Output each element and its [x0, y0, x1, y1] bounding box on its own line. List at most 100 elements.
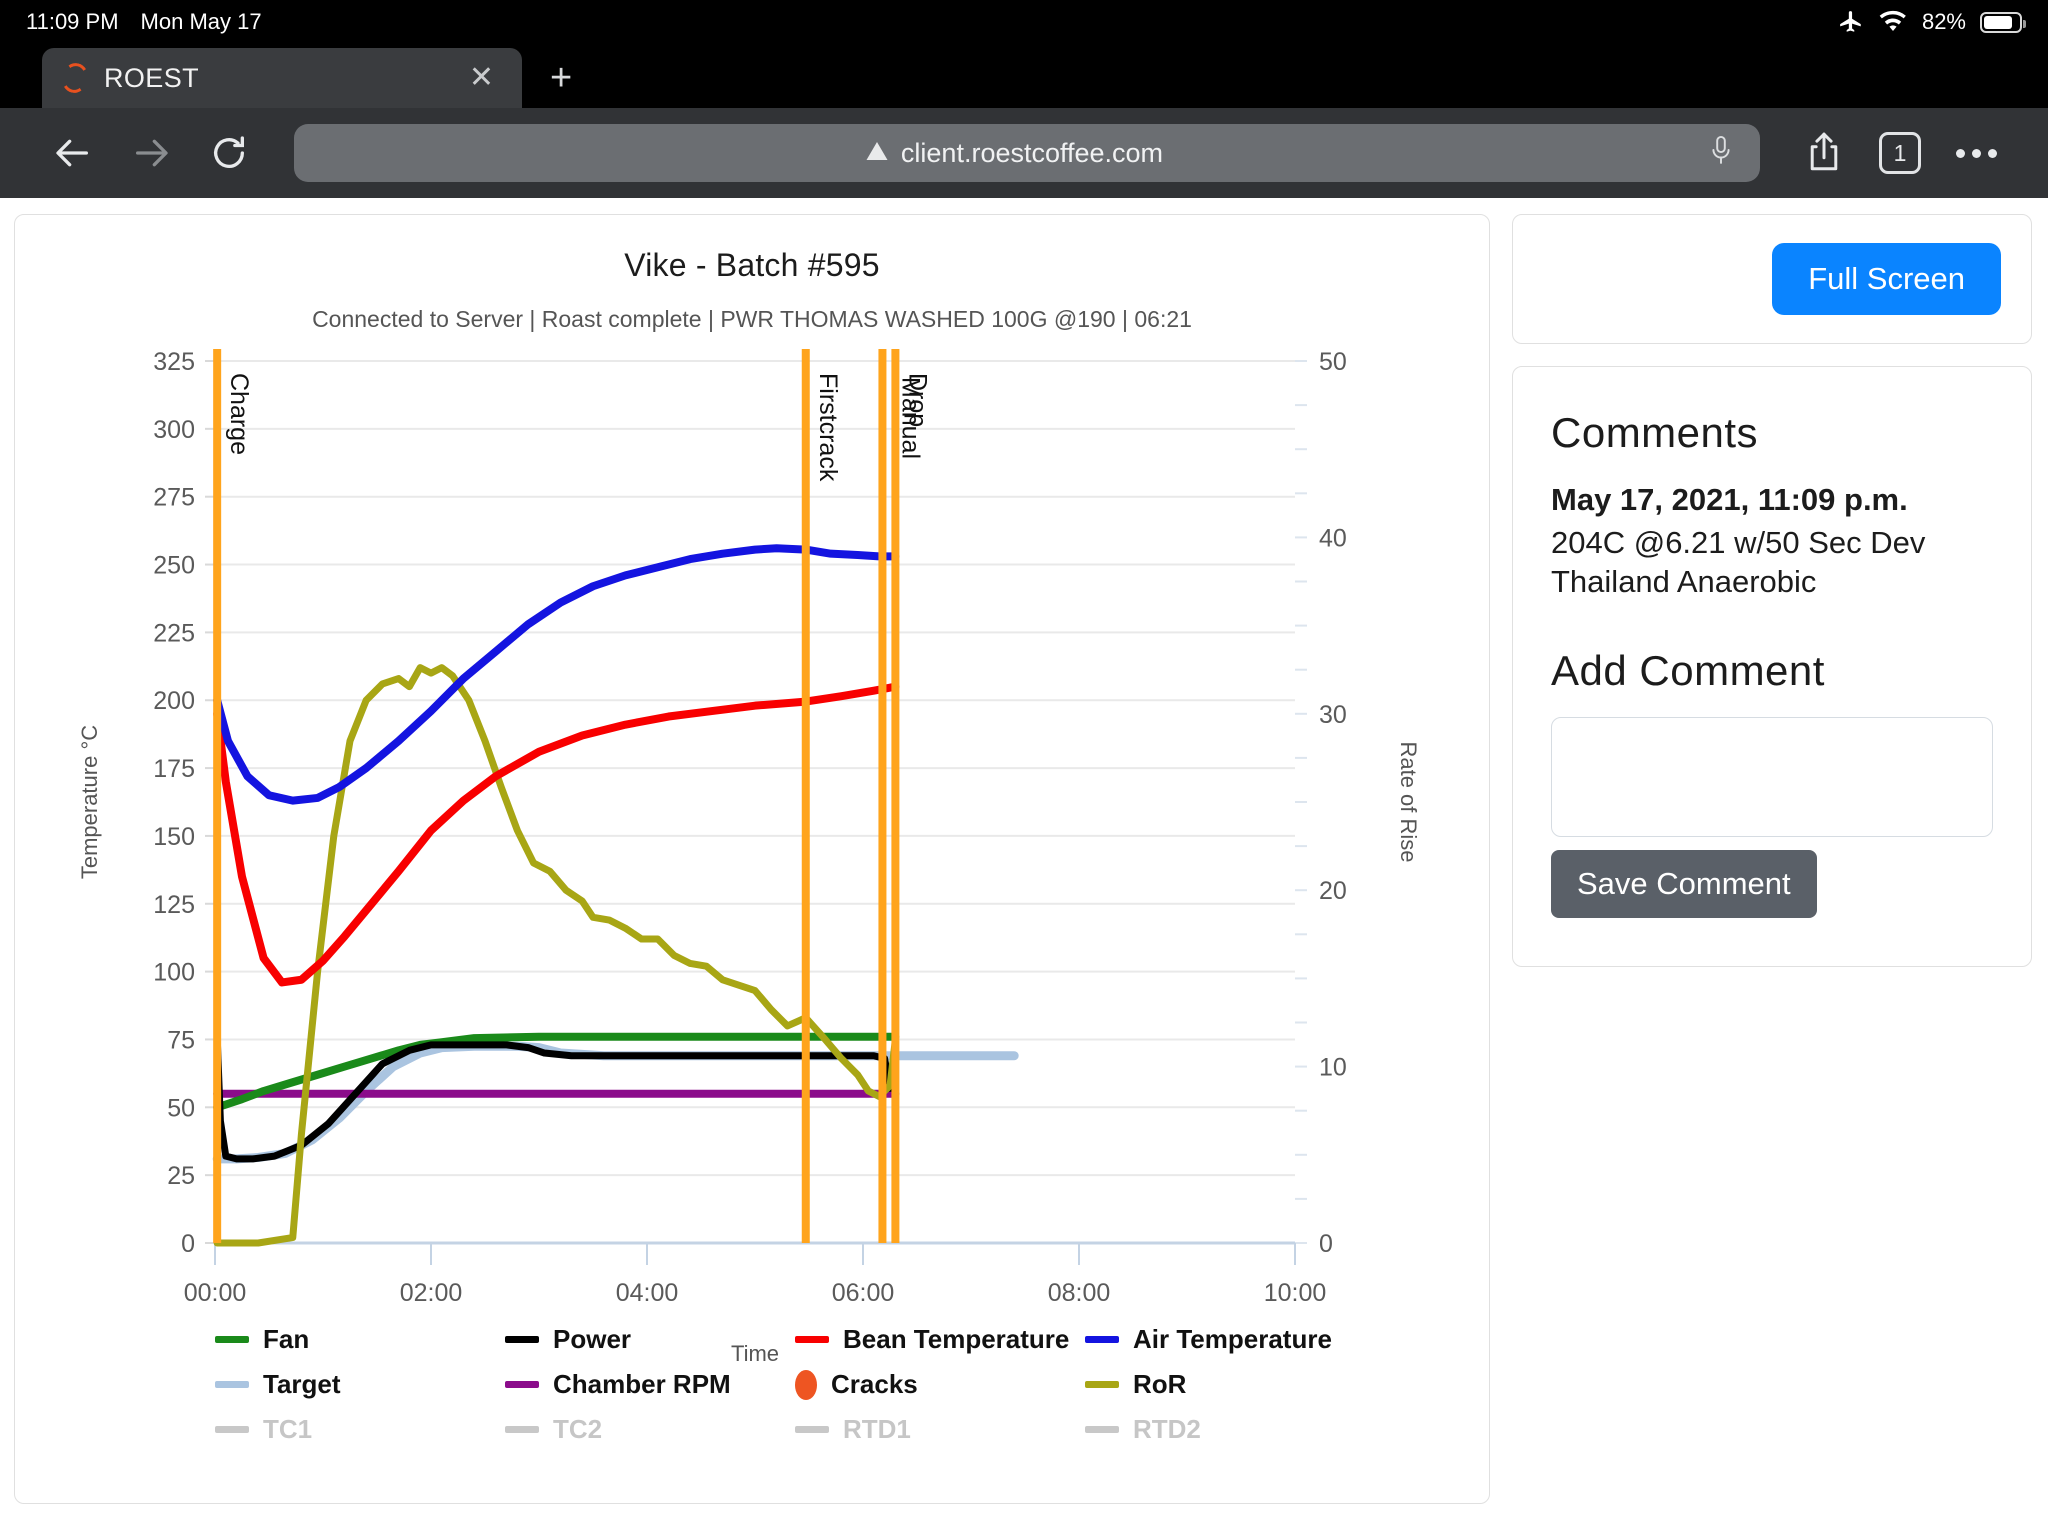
legend-swatch-air-temperature [1085, 1336, 1119, 1343]
legend-swatch-power [505, 1336, 539, 1343]
legend-item[interactable]: RTD1 [795, 1414, 1085, 1445]
legend-item[interactable]: Cracks [795, 1369, 1085, 1400]
y-axis-tick: 50 [167, 1094, 195, 1122]
legend-label: Power [553, 1324, 632, 1354]
x-axis-tick: 02:00 [400, 1279, 463, 1307]
legend-swatch-chamber-rpm [505, 1381, 539, 1388]
legend-item[interactable]: Fan [215, 1324, 505, 1355]
legend-swatch-rtd1 [795, 1426, 829, 1433]
y2-axis-tick: 40 [1319, 524, 1347, 552]
url-text: client.roestcoffee.com [900, 137, 1164, 168]
legend-item[interactable]: TC1 [215, 1414, 505, 1445]
roast-plot-svg: 0 25 50 75 100 125 150 175 200 225 250 275 300 325 0 10… [77, 348, 1421, 1366]
close-tab-icon[interactable]: ✕ [461, 63, 502, 93]
tabs-overview-button[interactable]: 1 [1862, 123, 1938, 183]
save-comment-button[interactable]: Save Comment [1551, 850, 1817, 919]
legend-label: Chamber RPM [553, 1369, 731, 1399]
legend-swatch-bean-temperature [795, 1336, 829, 1343]
comments-heading: Comments [1551, 409, 1759, 456]
event-label-firstcrack: Firstcrack [814, 373, 842, 482]
back-button[interactable] [34, 123, 112, 183]
forward-button[interactable] [112, 123, 190, 183]
y2-axis-tick: 30 [1319, 701, 1347, 729]
status-bar-left: 11:09 PM Mon May 17 [26, 9, 262, 35]
legend-swatch-cracks [795, 1369, 817, 1400]
share-button[interactable] [1786, 123, 1862, 183]
legend-item[interactable]: Power [505, 1324, 795, 1355]
series-ror [213, 664, 899, 1247]
comments-card: Comments May 17, 2021, 11:09 p.m. 204C @… [1512, 366, 2032, 968]
y2-axis-tick: 10 [1319, 1054, 1347, 1082]
roest-favicon-icon [59, 60, 91, 96]
x-axis-tick: 10:00 [1264, 1279, 1327, 1307]
legend-label: Bean Temperature [843, 1324, 1070, 1354]
y2-axis-label: Rate of Rise [1396, 741, 1421, 862]
y-axis-tick: 250 [153, 552, 195, 580]
page-title: Vike - Batch #595 [624, 247, 880, 283]
y-axis-tick: 200 [153, 687, 195, 715]
status-bar-right: 82% [1838, 9, 2026, 35]
legend-label: RTD2 [1133, 1414, 1201, 1444]
legend-swatch-target [215, 1381, 249, 1388]
y-axis-tick: 25 [167, 1162, 195, 1190]
legend-swatch-tc1 [215, 1426, 249, 1433]
y-axis-tick: 325 [153, 348, 195, 376]
series-power [213, 1033, 899, 1163]
comment-text: 204C @6.21 w/50 Sec Dev Thailand Anaerob… [1551, 524, 1926, 599]
insecure-warning-icon [865, 139, 889, 168]
y2-axis-tick: 0 [1319, 1230, 1333, 1258]
roast-status-subtitle: Connected to Server | Roast complete | P… [312, 306, 1192, 332]
legend-swatch-fan [215, 1336, 249, 1343]
roast-plot: 0 25 50 75 100 125 150 175 200 225 250 275 300 325 0 10… [15, 343, 1489, 1373]
legend-label: Fan [263, 1324, 310, 1354]
legend-item[interactable]: TC2 [505, 1414, 795, 1445]
legend-item[interactable]: Chamber RPM [505, 1369, 795, 1400]
full-screen-button[interactable]: Full Screen [1772, 243, 2001, 315]
wifi-icon [1878, 10, 1908, 34]
roast-chart-card: Vike - Batch #595 Connected to Server | … [14, 214, 1490, 1504]
y-axis-label: Temperature °C [77, 725, 102, 879]
status-time: 11:09 PM [26, 9, 119, 34]
y-axis-tick: 300 [153, 416, 195, 444]
legend-label: RTD1 [843, 1414, 911, 1444]
y2-axis-tick: 50 [1319, 348, 1347, 376]
legend-item[interactable]: RoR [1085, 1369, 1375, 1400]
y-axis-tick: 225 [153, 619, 195, 647]
legend-label: Cracks [831, 1369, 918, 1399]
chart-legend: Fan Power Bean Temperature Air Temperature T… [215, 1324, 1375, 1445]
series-air-temperature [213, 544, 900, 805]
legend-item[interactable]: Air Temperature [1085, 1324, 1375, 1355]
legend-item[interactable]: Bean Temperature [795, 1324, 1085, 1355]
address-bar[interactable]: client.roestcoffee.com [294, 124, 1760, 182]
browser-toolbar: client.roestcoffee.com 1 [0, 108, 2048, 198]
browser-tab-roest[interactable]: ROEST ✕ [42, 48, 522, 108]
legend-item[interactable]: RTD2 [1085, 1414, 1375, 1445]
event-label-charge: Charge [225, 373, 253, 455]
ellipsis-icon [1955, 148, 1997, 158]
ios-status-bar: 11:09 PM Mon May 17 82% [0, 0, 2048, 44]
address-bar-content: client.roestcoffee.com [320, 138, 1708, 169]
add-comment-heading: Add Comment [1551, 647, 1825, 695]
tab-count-label: 1 [1879, 132, 1921, 174]
y-axis-tick: 150 [153, 823, 195, 851]
legend-label: Target [263, 1369, 341, 1399]
tab-title: ROEST [104, 62, 200, 93]
y-axis-tick: 75 [167, 1026, 195, 1054]
y-axis-tick: 100 [153, 959, 195, 987]
battery-percent: 82% [1921, 9, 1966, 34]
page-content: Vike - Batch #595 Connected to Server | … [0, 198, 2048, 1536]
new-tab-icon[interactable]: + [550, 57, 572, 100]
y-axis-tick: 0 [181, 1230, 195, 1258]
legend-label: RoR [1133, 1369, 1187, 1399]
legend-label: TC1 [263, 1414, 313, 1444]
right-sidebar: Full Screen Comments May 17, 2021, 11:09… [1512, 214, 2032, 1536]
event-label-manual: Manual [896, 377, 924, 459]
microphone-icon[interactable] [1708, 134, 1734, 173]
x-axis-tick: 00:00 [184, 1279, 247, 1307]
fullscreen-card: Full Screen [1512, 214, 2032, 344]
comment-input[interactable] [1551, 717, 1993, 838]
more-options-button[interactable] [1938, 123, 2014, 183]
legend-item[interactable]: Target [215, 1369, 505, 1400]
reload-button[interactable] [190, 123, 268, 183]
battery-icon [1980, 11, 2026, 33]
